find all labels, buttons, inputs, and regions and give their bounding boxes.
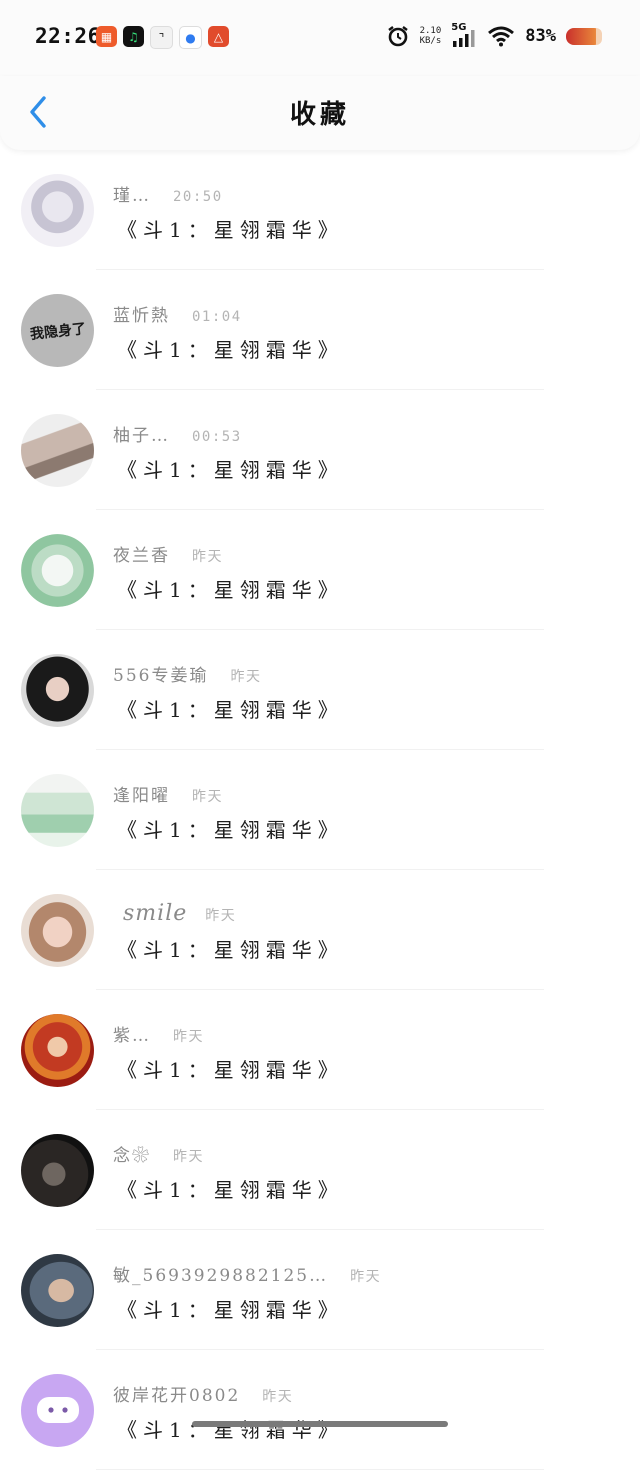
- list-item[interactable]: 瑾… 20:50 《斗1：星翎霜华》: [0, 150, 640, 270]
- avatar[interactable]: [21, 894, 94, 967]
- message-text: 《斗1：星翎霜华》: [117, 1058, 344, 1082]
- game-app-icon: △: [208, 26, 229, 47]
- purple-cartoon-icon: [36, 1396, 79, 1423]
- list-item[interactable]: 556专姜瑜 昨天 《斗1：星翎霜华》: [0, 630, 640, 750]
- message-time: 昨天: [230, 669, 262, 685]
- clock-app-icon: ⌝: [150, 26, 173, 49]
- alarm-icon: [387, 26, 408, 47]
- wifi-icon: [488, 26, 515, 47]
- sender-name: smile: [123, 901, 188, 926]
- list-item[interactable]: 彼岸花开0802 昨天 《斗1：星翎霜华》: [0, 1350, 640, 1470]
- notification-icons: ▦ ♫ ⌝ ● △: [96, 26, 229, 49]
- list-item[interactable]: 逢阳曜 昨天 《斗1：星翎霜华》: [0, 750, 640, 870]
- home-indicator[interactable]: [192, 1421, 448, 1427]
- sender-name: 556专姜瑜: [113, 666, 209, 686]
- message-time: 昨天: [173, 1029, 204, 1045]
- avatar[interactable]: [21, 174, 94, 247]
- page-header: 收藏: [0, 76, 640, 150]
- message-time: 昨天: [192, 789, 223, 805]
- list-item[interactable]: 夜兰香 昨天 《斗1：星翎霜华》: [0, 510, 640, 630]
- avatar[interactable]: [21, 534, 94, 607]
- message-text: 《斗1：星翎霜华》: [117, 818, 344, 842]
- speed-value: 2.10: [419, 26, 442, 36]
- avatar[interactable]: [21, 1014, 94, 1087]
- avatar[interactable]: [21, 654, 94, 727]
- message-text: 《斗1：星翎霜华》: [117, 338, 344, 362]
- message-text: 《斗1：星翎霜华》: [117, 218, 344, 242]
- avatar[interactable]: [21, 414, 94, 487]
- list-item[interactable]: 敏_5693929882125… 昨天 《斗1：星翎霜华》: [0, 1230, 640, 1350]
- toutiao-app-icon: ▦: [96, 26, 117, 47]
- message-time: 01:04: [192, 309, 242, 325]
- sender-name: 念❀: [113, 1146, 151, 1166]
- speed-unit: KB/s: [419, 36, 442, 46]
- sender-name: 夜兰香: [113, 546, 170, 566]
- avatar[interactable]: [21, 774, 94, 847]
- message-text: 《斗1：星翎霜华》: [117, 1298, 344, 1322]
- message-time: 昨天: [173, 1149, 204, 1165]
- list-item[interactable]: 柚子… 00:53 《斗1：星翎霜华》: [0, 390, 640, 510]
- list-item[interactable]: smile 昨天 《斗1：星翎霜华》: [0, 870, 640, 990]
- message-time: 昨天: [205, 908, 237, 924]
- sender-name: 敏_5693929882125…: [113, 1266, 329, 1286]
- message-time: 昨天: [192, 549, 223, 565]
- status-bar: 22:26 ▦ ♫ ⌝ ● △ 2.10 KB/s 5G 83%: [0, 0, 640, 76]
- sender-name: 逢阳曜: [113, 786, 170, 806]
- message-time: 00:53: [192, 429, 242, 445]
- page-title: 收藏: [289, 100, 350, 130]
- sender-name: 柚子…: [113, 426, 170, 446]
- message-time: 20:50: [173, 189, 223, 205]
- avatar[interactable]: [21, 1374, 94, 1447]
- list-item[interactable]: 紫… 昨天 《斗1：星翎霜华》: [0, 990, 640, 1110]
- browser-app-icon: ●: [179, 26, 202, 49]
- message-time: 昨天: [262, 1389, 294, 1405]
- battery-percent: 83%: [525, 26, 556, 46]
- network-speed: 2.10 KB/s: [420, 26, 442, 46]
- battery-icon: [566, 27, 602, 45]
- list-item[interactable]: 我隐身了 蓝忻熱 01:04 《斗1：星翎霜华》: [0, 270, 640, 390]
- signal-icon: 5G: [451, 22, 477, 48]
- avatar[interactable]: 我隐身了: [21, 294, 94, 367]
- message-text: 《斗1：星翎霜华》: [117, 578, 344, 602]
- sender-name: 紫…: [113, 1026, 151, 1046]
- avatar[interactable]: [21, 1134, 94, 1207]
- message-text: 《斗1：星翎霜华》: [117, 938, 344, 962]
- avatar-text: 我隐身了: [28, 320, 87, 343]
- sender-name: 彼岸花开0802: [113, 1386, 241, 1406]
- message-text: 《斗1：星翎霜华》: [117, 1178, 344, 1202]
- sender-name: 瑾…: [113, 186, 151, 206]
- avatar[interactable]: [21, 1254, 94, 1327]
- status-time: 22:26: [35, 24, 101, 48]
- message-text: 《斗1：星翎霜华》: [117, 458, 344, 482]
- sender-name: 蓝忻熱: [113, 306, 170, 326]
- favorites-list: 瑾… 20:50 《斗1：星翎霜华》 我隐身了 蓝忻熱 01:04 《斗1：星翎霜华…: [0, 150, 640, 1470]
- message-text: 《斗1：星翎霜华》: [117, 698, 344, 722]
- list-item[interactable]: 念❀ 昨天 《斗1：星翎霜华》: [0, 1110, 640, 1230]
- music-app-icon: ♫: [123, 26, 144, 47]
- message-time: 昨天: [350, 1269, 382, 1285]
